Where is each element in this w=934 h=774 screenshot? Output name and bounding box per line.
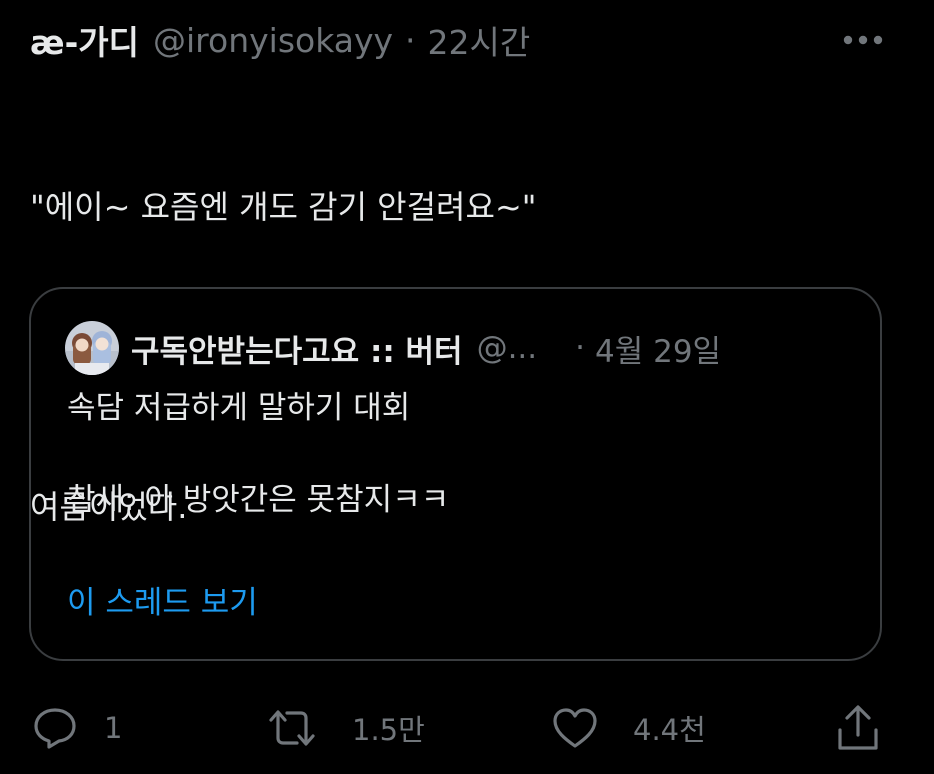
quoted-display-name[interactable]: 구독안받는다고요 :: 버터: [131, 326, 463, 371]
reply-icon: [34, 708, 76, 749]
tweet-header: æ-가디 @ironyisokayy · 22시간: [30, 16, 531, 64]
quoted-user-handle[interactable]: @...: [477, 330, 538, 366]
share-button[interactable]: [834, 700, 882, 756]
action-bar: 1 1.5만 4.4천: [0, 700, 934, 756]
reply-count: 1: [104, 711, 123, 745]
show-thread-link[interactable]: 이 스레드 보기: [67, 577, 258, 622]
like-button[interactable]: 4.4천: [551, 700, 706, 756]
quoted-tweet[interactable]: 구독안받는다고요 :: 버터 @... · 4월 29일 속담 저급하게 말하기…: [29, 287, 882, 661]
quoted-text-line: 참새: 아 방앗간은 못참지ㅋㅋ: [67, 482, 450, 518]
retweet-count: 1.5만: [352, 713, 425, 747]
retweet-icon: [269, 710, 315, 746]
tweet-text-line: "에이~ 요즘엔 개도 감기 안걸려요~": [30, 188, 537, 226]
display-name[interactable]: æ-가디: [30, 16, 139, 64]
user-handle[interactable]: @ironyisokayy: [153, 21, 393, 60]
separator-dot: ·: [405, 20, 416, 60]
reply-button[interactable]: 1: [32, 700, 122, 756]
quoted-timestamp[interactable]: 4월 29일: [595, 326, 721, 371]
like-count: 4.4천: [633, 713, 706, 747]
more-button[interactable]: [838, 22, 888, 58]
retweet-button[interactable]: 1.5만: [266, 700, 425, 756]
share-icon: [838, 705, 878, 750]
quoted-text-line: [67, 431, 857, 477]
quoted-tweet-header: 구독안받는다고요 :: 버터 @... · 4월 29일: [65, 321, 855, 375]
timestamp[interactable]: 22시간: [428, 16, 531, 64]
separator-dot: ·: [575, 330, 585, 366]
more-icon: [843, 35, 883, 45]
quoted-text-line: 속담 저급하게 말하기 대회: [67, 390, 411, 426]
avatar[interactable]: [65, 321, 119, 375]
tweet: æ-가디 @ironyisokayy · 22시간 "에이~ 요즘엔 개도 감기…: [0, 0, 934, 774]
like-icon: [553, 708, 597, 748]
quoted-tweet-text: 속담 저급하게 말하기 대회 참새: 아 방앗간은 못참지ㅋㅋ: [67, 385, 857, 523]
